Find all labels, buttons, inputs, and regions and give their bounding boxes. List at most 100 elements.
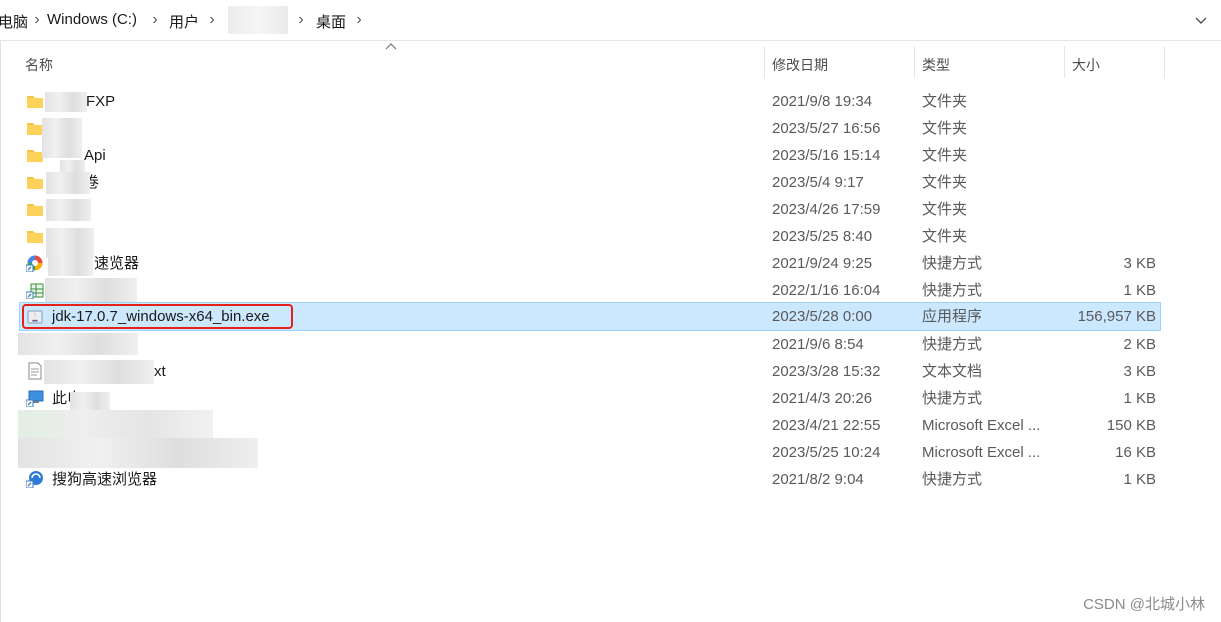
file-type: 文件夹 xyxy=(922,147,968,164)
sogou-browser-icon xyxy=(25,470,44,489)
file-modified-date: 2023/5/16 15:14 xyxy=(772,147,881,164)
file-row[interactable]: 2023/5/25 8:40 文件夹 xyxy=(20,223,1160,250)
file-type: 快捷方式 xyxy=(922,255,983,272)
redacted-name-blur xyxy=(18,410,213,440)
redacted-name-blur xyxy=(46,172,90,194)
breadcrumb-desktop[interactable]: 桌面 xyxy=(316,11,346,32)
file-row[interactable]: 2022/1/16 16:04 快捷方式 1 KB xyxy=(20,277,1160,304)
column-header-row xyxy=(0,40,1221,86)
column-divider[interactable] xyxy=(1164,46,1165,78)
file-name[interactable]: xt xyxy=(154,363,166,381)
file-name[interactable]: 速览器 xyxy=(94,255,139,273)
file-name[interactable]: Api xyxy=(84,147,106,165)
file-modified-date: 2021/4/3 20:26 xyxy=(772,390,873,407)
redacted-name-blur xyxy=(70,392,110,410)
column-divider[interactable] xyxy=(764,46,765,78)
file-size: 1 KB xyxy=(1123,390,1156,407)
file-modified-date: 2023/4/26 17:59 xyxy=(772,201,881,218)
redacted-name-blur xyxy=(44,360,154,384)
file-name[interactable]: 搜狗高速浏览器 xyxy=(52,471,157,489)
file-row[interactable]: FXP 2021/9/8 19:34 文件夹 xyxy=(20,88,1160,115)
file-size: 156,957 KB xyxy=(1077,308,1156,325)
file-type: Microsoft Excel ... xyxy=(922,417,1041,434)
breadcrumb-username-redacted[interactable] xyxy=(228,6,288,34)
file-modified-date: 2023/5/25 8:40 xyxy=(772,228,873,245)
file-size: 2 KB xyxy=(1123,336,1156,353)
column-header-type[interactable]: 类型 xyxy=(922,55,950,75)
column-divider[interactable] xyxy=(914,46,915,78)
file-size: 3 KB xyxy=(1123,255,1156,272)
chevron-down-icon[interactable] xyxy=(1191,10,1211,30)
file-type: 文件夹 xyxy=(922,120,968,137)
file-modified-date: 2021/9/24 9:25 xyxy=(772,255,873,272)
breadcrumb-separator-icon[interactable]: › xyxy=(205,8,219,32)
browser-shortcut-icon xyxy=(25,254,44,273)
watermark: CSDN @北城小林 xyxy=(1083,596,1205,613)
folder-icon xyxy=(26,227,44,245)
breadcrumb-separator-icon[interactable]: › xyxy=(30,8,44,32)
redacted-name-blur xyxy=(46,199,91,221)
file-row[interactable]: 2023/5/27 16:56 文件夹 xyxy=(20,115,1160,142)
column-header-date[interactable]: 修改日期 xyxy=(772,55,828,75)
file-type: Microsoft Excel ... xyxy=(922,444,1041,461)
file-modified-date: 2023/4/21 22:55 xyxy=(772,417,881,434)
redacted-name-blur xyxy=(48,254,93,276)
redacted-name-blur xyxy=(45,92,87,112)
column-divider[interactable] xyxy=(1064,46,1065,78)
breadcrumb-separator-icon[interactable]: › xyxy=(148,8,162,32)
breadcrumb-separator-icon[interactable]: › xyxy=(352,8,366,32)
file-row[interactable]: Api 2023/5/16 15:14 文件夹 xyxy=(20,142,1160,169)
file-type: 应用程序 xyxy=(922,308,983,325)
breadcrumb-separator-icon[interactable]: › xyxy=(294,8,308,32)
file-modified-date: 2023/5/28 0:00 xyxy=(772,308,873,325)
file-type: 快捷方式 xyxy=(922,282,983,299)
redacted-name-blur xyxy=(42,118,82,158)
file-name[interactable]: FXP xyxy=(86,93,115,111)
column-header-size[interactable]: 大小 xyxy=(1072,55,1100,75)
sort-ascending-icon xyxy=(385,43,397,50)
folder-icon xyxy=(26,92,44,110)
file-modified-date: 2023/5/4 9:17 xyxy=(772,174,864,191)
file-type: 文件夹 xyxy=(922,228,968,245)
file-row[interactable]: xt 2023/3/28 15:32 文本文档 3 KB xyxy=(20,358,1160,385)
address-bar[interactable]: 电脑 › Windows (C:) › 用户 › › 桌面 › xyxy=(0,0,1221,41)
file-row[interactable]: 2021/9/6 8:54 快捷方式 2 KB xyxy=(20,331,1160,358)
breadcrumb-computer[interactable]: 电脑 xyxy=(0,11,28,32)
file-type: 快捷方式 xyxy=(922,390,983,407)
spreadsheet-shortcut-icon xyxy=(25,281,44,300)
redacted-name-blur xyxy=(18,333,138,355)
file-modified-date: 2021/9/8 19:34 xyxy=(772,93,873,110)
text-file-icon xyxy=(26,362,44,380)
breadcrumb-users[interactable]: 用户 xyxy=(169,11,199,32)
file-modified-date: 2023/3/28 15:32 xyxy=(772,363,881,380)
file-row[interactable]: 此电 2021/4/3 20:26 快捷方式 1 KB xyxy=(20,385,1160,412)
file-type: 文本文档 xyxy=(922,363,983,380)
file-modified-date: 2022/1/16 16:04 xyxy=(772,282,881,299)
file-row[interactable]: 搜狗高速浏览器 2021/8/2 9:04 快捷方式 1 KB xyxy=(20,466,1160,493)
folder-icon xyxy=(26,173,44,191)
file-size: 16 KB xyxy=(1115,444,1156,461)
file-row[interactable]: 速览器 2021/9/24 9:25 快捷方式 3 KB xyxy=(20,250,1160,277)
computer-shortcut-icon xyxy=(25,389,44,408)
file-type: 文件夹 xyxy=(922,93,968,110)
column-header-name[interactable]: 名称 xyxy=(25,55,53,75)
file-type: 文件夹 xyxy=(922,201,968,218)
file-modified-date: 2021/9/6 8:54 xyxy=(772,336,864,353)
file-modified-date: 2023/5/27 16:56 xyxy=(772,120,881,137)
breadcrumb-drive-c[interactable]: Windows (C:) xyxy=(47,11,137,28)
file-row[interactable]: 2023/4/26 17:59 文件夹 xyxy=(20,196,1160,223)
file-type: 文件夹 xyxy=(922,174,968,191)
file-modified-date: 2021/8/2 9:04 xyxy=(772,471,864,488)
file-size: 1 KB xyxy=(1123,471,1156,488)
file-size: 1 KB xyxy=(1123,282,1156,299)
file-type: 快捷方式 xyxy=(922,336,983,353)
folder-icon xyxy=(26,200,44,218)
window-left-border xyxy=(0,40,1,622)
file-size: 3 KB xyxy=(1123,363,1156,380)
highlight-annotation-box xyxy=(22,304,293,329)
file-row[interactable]: 卷 2023/5/4 9:17 文件夹 xyxy=(20,169,1160,196)
redacted-name-blur xyxy=(45,278,137,302)
file-type: 快捷方式 xyxy=(922,471,983,488)
file-size: 150 KB xyxy=(1106,417,1156,434)
file-modified-date: 2023/5/25 10:24 xyxy=(772,444,881,461)
